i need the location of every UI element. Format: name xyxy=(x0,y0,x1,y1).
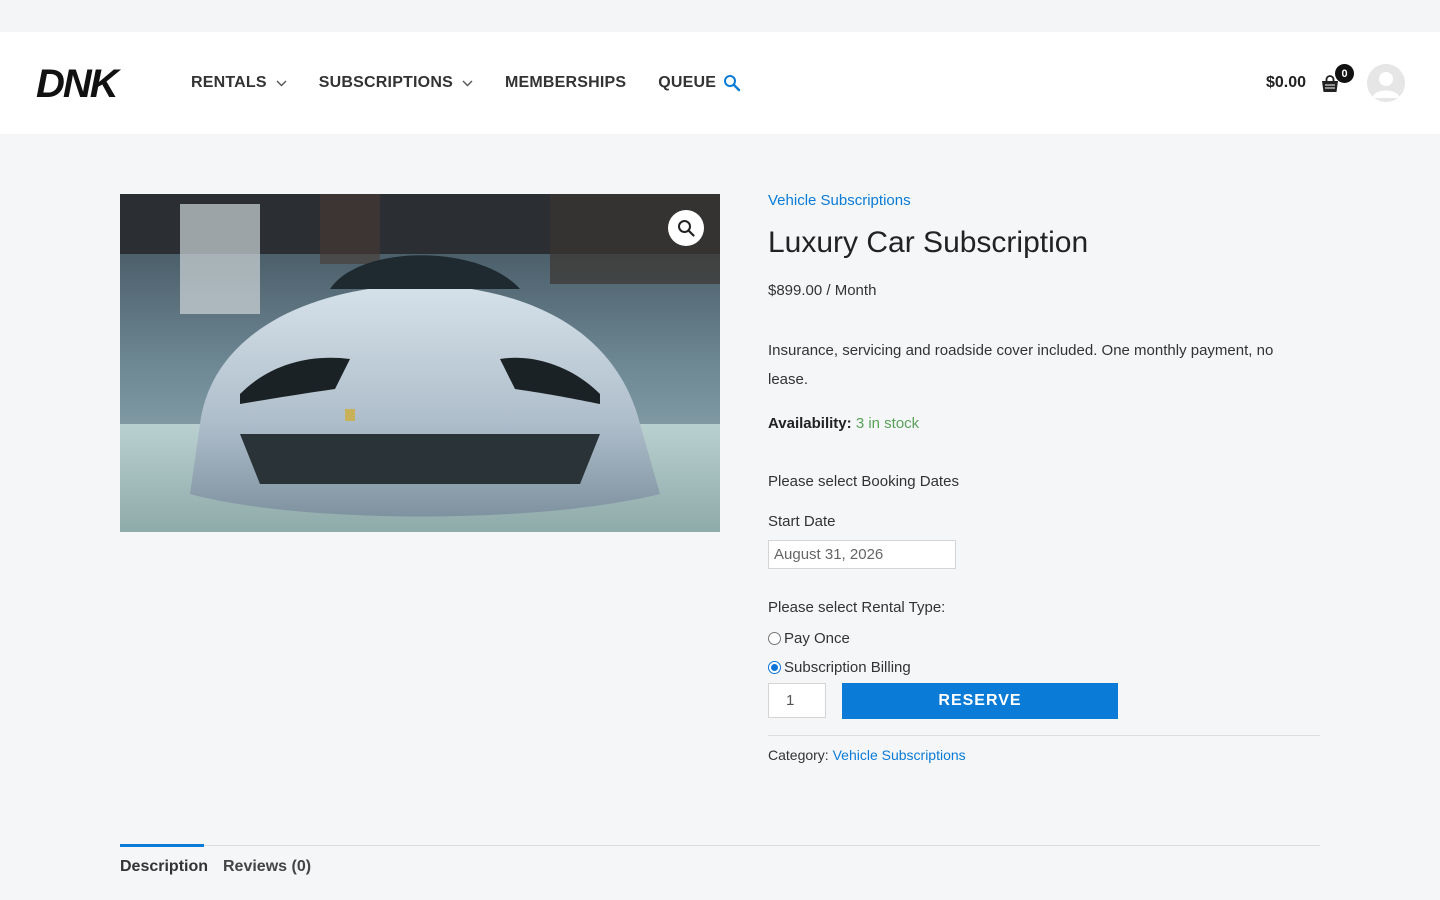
logo-text: DNK xyxy=(36,62,122,105)
booking-prompt: Please select Booking Dates xyxy=(768,473,959,490)
car-photo xyxy=(120,194,720,532)
zoom-icon xyxy=(678,220,695,237)
cart-count-badge: 0 xyxy=(1335,64,1354,83)
pay-once-radio[interactable] xyxy=(768,632,781,645)
subscription-billing-label: Subscription Billing xyxy=(784,659,911,676)
site-header: DNK RENTALS SUBSCRIPTIONS MEMBERSHIPS QU… xyxy=(0,32,1440,134)
quantity-input[interactable]: 1 xyxy=(768,683,826,718)
meta-divider xyxy=(768,735,1320,736)
category-label: Category: xyxy=(768,747,829,763)
tab-reviews[interactable]: Reviews (0) xyxy=(223,858,311,876)
zoom-button[interactable] xyxy=(668,210,704,246)
subscription-billing-radio[interactable] xyxy=(768,661,781,674)
start-date-input[interactable]: August 31, 2026 xyxy=(768,540,956,569)
nav-queue-label: QUEUE xyxy=(658,74,717,91)
availability-label: Availability: xyxy=(768,415,852,432)
product-meta-category: Category: Vehicle Subscriptions xyxy=(768,747,966,763)
avatar-icon[interactable] xyxy=(1367,64,1405,102)
main-nav: RENTALS SUBSCRIPTIONS MEMBERSHIPS QUEUE xyxy=(191,32,748,134)
nav-subscriptions-label: SUBSCRIPTIONS xyxy=(318,74,453,91)
active-tab-indicator xyxy=(120,844,204,847)
chevron-down-icon xyxy=(462,80,473,86)
dnk-logo[interactable]: DNK xyxy=(36,61,136,105)
reserve-button[interactable]: RESERVE xyxy=(842,683,1118,719)
product-description: Insurance, servicing and roadside cover … xyxy=(768,342,1274,388)
nav-rentals-label: RENTALS xyxy=(191,74,267,91)
rental-option-subscription[interactable]: Subscription Billing xyxy=(768,659,911,676)
product-price: $899.00 / Month xyxy=(768,282,877,299)
top-strip xyxy=(0,0,1440,32)
nav-memberships[interactable]: MEMBERSHIPS xyxy=(505,74,626,92)
tabs-divider xyxy=(120,845,1320,846)
rental-option-pay-once[interactable]: Pay Once xyxy=(768,630,850,647)
nav-memberships-label: MEMBERSHIPS xyxy=(504,74,627,91)
start-date-label: Start Date xyxy=(768,513,836,530)
cart-total[interactable]: $0.00 xyxy=(1266,74,1306,92)
product-image[interactable] xyxy=(120,194,720,532)
search-icon[interactable] xyxy=(723,74,741,92)
nav-queue[interactable]: QUEUE xyxy=(658,74,716,92)
product-title: Luxury Car Subscription xyxy=(768,226,1089,259)
pay-once-label: Pay Once xyxy=(784,630,850,647)
chevron-down-icon xyxy=(276,80,287,86)
nav-rentals[interactable]: RENTALS xyxy=(191,74,287,92)
rental-type-label: Please select Rental Type: xyxy=(768,599,946,616)
availability: Availability: 3 in stock xyxy=(768,415,919,432)
tab-description[interactable]: Description xyxy=(120,858,208,876)
category-link[interactable]: Vehicle Subscriptions xyxy=(833,747,966,763)
product-category-link[interactable]: Vehicle Subscriptions xyxy=(768,192,911,209)
stock-status: 3 in stock xyxy=(855,415,920,432)
avatar-silhouette xyxy=(1367,64,1405,102)
nav-subscriptions[interactable]: SUBSCRIPTIONS xyxy=(319,74,473,92)
